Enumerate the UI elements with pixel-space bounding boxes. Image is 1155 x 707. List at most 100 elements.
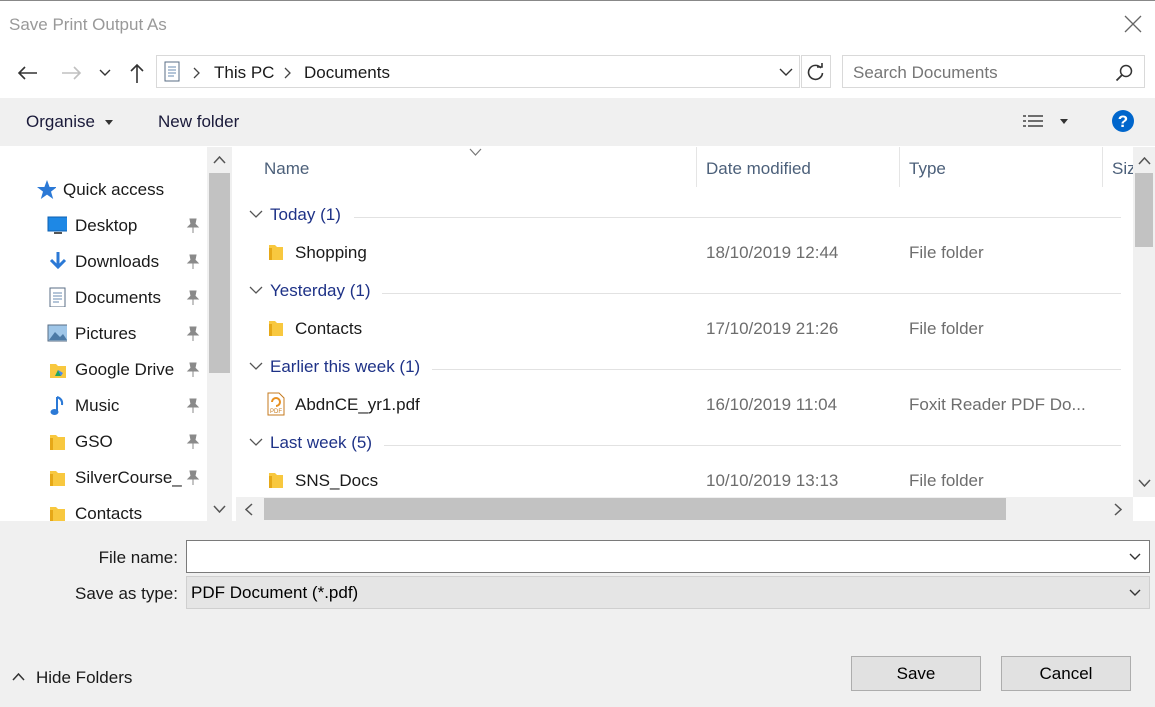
scroll-left-icon[interactable] bbox=[245, 503, 253, 516]
file-list-hscroll-thumb[interactable] bbox=[264, 498, 1006, 520]
google-drive-icon bbox=[50, 364, 66, 378]
file-type: Foxit Reader PDF Do... bbox=[909, 395, 1086, 414]
hide-folders-toggle[interactable]: Hide Folders bbox=[12, 668, 142, 690]
recent-locations-button[interactable] bbox=[94, 60, 116, 86]
chevron-up-icon bbox=[12, 673, 25, 681]
search-input[interactable]: Search Documents bbox=[842, 55, 1145, 88]
sidebar-item-pictures[interactable]: Pictures bbox=[0, 319, 205, 349]
pin-icon[interactable] bbox=[186, 470, 200, 486]
view-options-button[interactable] bbox=[1020, 112, 1072, 134]
sidebar-item-downloads[interactable]: Downloads bbox=[0, 247, 205, 277]
chevron-down-icon bbox=[249, 362, 263, 370]
pin-icon[interactable] bbox=[186, 218, 200, 234]
pin-icon[interactable] bbox=[186, 398, 200, 414]
pin-icon[interactable] bbox=[186, 254, 200, 270]
file-date: 10/10/2019 13:13 bbox=[706, 471, 839, 490]
file-date: 16/10/2019 11:04 bbox=[706, 395, 838, 414]
folder-icon bbox=[50, 507, 65, 521]
save-as-type-select[interactable]: PDF Document (*.pdf) bbox=[186, 576, 1150, 609]
help-button[interactable]: ? bbox=[1111, 109, 1135, 133]
group-header[interactable]: Today (1) bbox=[236, 200, 1133, 230]
organise-label: Organise bbox=[26, 112, 95, 131]
scroll-right-icon[interactable] bbox=[1114, 503, 1122, 516]
scroll-down-icon[interactable] bbox=[1138, 479, 1151, 487]
address-bar[interactable]: This PC Documents bbox=[156, 55, 800, 88]
column-divider[interactable] bbox=[696, 147, 697, 187]
caret-down-icon bbox=[1060, 119, 1068, 124]
group-header[interactable]: Yesterday (1) bbox=[236, 276, 1133, 306]
file-date: 17/10/2019 21:26 bbox=[706, 319, 839, 338]
sidebar-item-google-drive[interactable]: Google Drive bbox=[0, 355, 205, 385]
column-divider[interactable] bbox=[1102, 147, 1103, 187]
save-button[interactable]: Save bbox=[851, 656, 981, 691]
column-header-date[interactable]: Date modified bbox=[706, 159, 811, 179]
file-row[interactable]: Shopping 18/10/2019 12:44 File folder bbox=[236, 238, 1133, 268]
chevron-down-icon bbox=[249, 210, 263, 218]
scroll-up-icon[interactable] bbox=[213, 156, 226, 164]
sidebar-scroll-thumb[interactable] bbox=[209, 173, 230, 373]
column-header-name[interactable]: Name bbox=[264, 159, 309, 179]
column-header-size[interactable]: Siz bbox=[1112, 159, 1133, 179]
breadcrumb-this-pc[interactable]: This PC bbox=[214, 63, 274, 83]
file-row[interactable]: Contacts 17/10/2019 21:26 File folder bbox=[236, 314, 1133, 344]
refresh-button[interactable] bbox=[801, 55, 831, 88]
sidebar-item-label: Contacts bbox=[75, 504, 143, 521]
sidebar-item-silvercourse[interactable]: SilverCourse_I bbox=[0, 463, 205, 493]
group-header[interactable]: Last week (5) bbox=[236, 428, 1133, 458]
cancel-button[interactable]: Cancel bbox=[1001, 656, 1131, 691]
chevron-down-icon[interactable] bbox=[1129, 553, 1141, 561]
arrow-left-icon bbox=[17, 66, 37, 80]
sidebar-item-label: Documents bbox=[75, 288, 161, 307]
download-icon bbox=[49, 252, 67, 270]
svg-text:PDF: PDF bbox=[270, 409, 282, 415]
pin-icon[interactable] bbox=[186, 434, 200, 450]
forward-button[interactable] bbox=[59, 60, 85, 86]
pdf-icon: PDF bbox=[267, 392, 285, 416]
save-as-type-label: Save as type: bbox=[74, 584, 178, 603]
group-header[interactable]: Earlier this week (1) bbox=[236, 352, 1133, 382]
sidebar-item-music[interactable]: Music bbox=[0, 391, 205, 421]
group-label: Yesterday (1) bbox=[270, 281, 371, 300]
folder-icon bbox=[269, 321, 283, 336]
document-icon bbox=[49, 287, 66, 307]
file-name-field[interactable] bbox=[186, 540, 1150, 573]
sidebar-item-contacts[interactable]: Contacts bbox=[0, 499, 205, 521]
organise-menu[interactable]: Organise bbox=[26, 112, 113, 132]
scroll-down-icon[interactable] bbox=[213, 505, 226, 513]
group-label: Today (1) bbox=[270, 205, 341, 224]
sidebar-item-label: Quick access bbox=[63, 180, 165, 199]
pin-icon[interactable] bbox=[186, 290, 200, 306]
breadcrumb-documents[interactable]: Documents bbox=[304, 63, 390, 83]
column-divider[interactable] bbox=[899, 147, 900, 187]
address-dropdown-icon[interactable] bbox=[779, 68, 793, 77]
new-folder-button[interactable]: New folder bbox=[158, 112, 239, 132]
document-location-icon bbox=[164, 61, 180, 82]
file-list-vscroll-thumb[interactable] bbox=[1135, 173, 1153, 247]
group-divider bbox=[382, 293, 1121, 294]
sidebar-item-gso[interactable]: GSO bbox=[0, 427, 205, 457]
file-list: Name Date modified Type Siz Today (1) Sh… bbox=[236, 147, 1133, 497]
up-button[interactable] bbox=[124, 60, 150, 86]
file-row[interactable]: PDF AbdnCE_yr1.pdf 16/10/2019 11:04 Foxi… bbox=[236, 390, 1133, 420]
pin-icon[interactable] bbox=[186, 326, 200, 342]
back-button[interactable] bbox=[14, 60, 40, 86]
file-name: SNS_Docs bbox=[295, 471, 379, 490]
pin-icon[interactable] bbox=[186, 362, 200, 378]
sidebar-item-quick-access[interactable]: Quick access bbox=[0, 175, 205, 205]
chevron-down-icon bbox=[1129, 589, 1141, 596]
dialog-title: Save Print Output As bbox=[9, 15, 167, 34]
file-name-label: File name: bbox=[98, 548, 178, 567]
group-divider bbox=[432, 369, 1121, 370]
folder-icon bbox=[50, 435, 65, 450]
file-row[interactable]: SNS_Docs 10/10/2019 13:13 File folder bbox=[236, 466, 1133, 496]
group-label: Last week (5) bbox=[270, 433, 373, 452]
pictures-icon bbox=[47, 324, 67, 342]
close-icon[interactable] bbox=[1124, 15, 1142, 33]
command-bar: Organise New folder ? bbox=[0, 98, 1155, 146]
chevron-right-icon bbox=[284, 67, 291, 79]
scroll-up-icon[interactable] bbox=[1138, 157, 1151, 165]
column-header-type[interactable]: Type bbox=[909, 159, 946, 179]
caret-down-icon bbox=[104, 120, 113, 126]
sidebar-item-desktop[interactable]: Desktop bbox=[0, 211, 205, 241]
sidebar-item-documents[interactable]: Documents bbox=[0, 283, 205, 313]
